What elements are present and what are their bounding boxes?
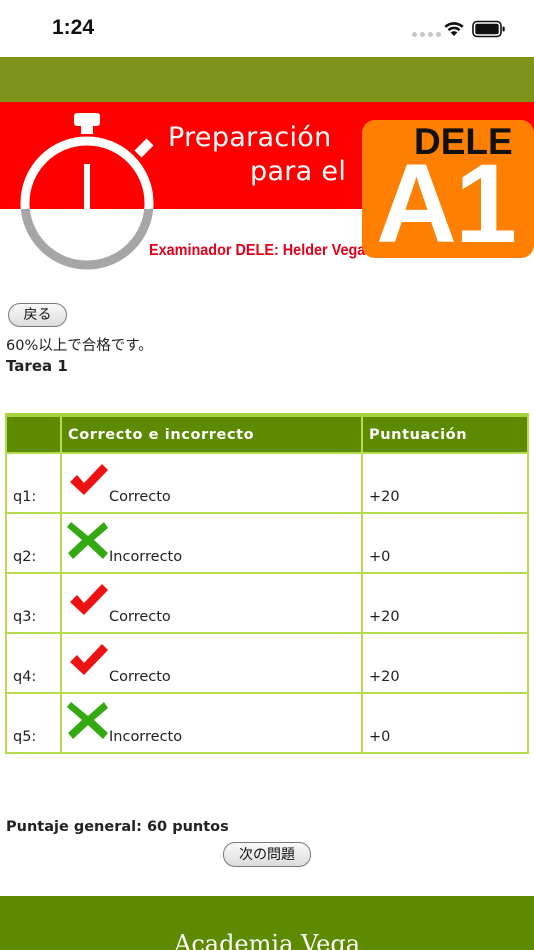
table-row: q4: Correcto +20 xyxy=(5,632,529,694)
result-label: Correcto xyxy=(109,669,171,685)
result-cell: Correcto xyxy=(60,572,363,634)
status-time: 1:24 xyxy=(52,16,95,39)
table-row: q2: Incorrecto +0 xyxy=(5,512,529,574)
result-cell: Incorrecto xyxy=(60,512,363,574)
course-banner: Preparación para el Examinador DELE: Hel… xyxy=(0,102,534,274)
banner-title-line1: Preparación xyxy=(168,122,332,153)
battery-icon xyxy=(472,20,505,38)
level-badge: DELE A1 xyxy=(362,120,534,266)
column-header-score: Puntuación xyxy=(361,414,529,454)
score-value: +0 xyxy=(361,692,529,754)
banner-examiner: Examinador DELE: Helder Vega xyxy=(149,242,366,259)
score-value: +0 xyxy=(361,512,529,574)
score-value: +20 xyxy=(361,632,529,694)
question-label: q3: xyxy=(5,572,62,634)
column-header-question xyxy=(5,414,62,454)
question-label: q5: xyxy=(5,692,62,754)
banner-title-line2: para el xyxy=(250,156,347,187)
result-cell: Correcto xyxy=(60,452,363,514)
total-score: Puntaje general: 60 puntos xyxy=(6,819,229,835)
question-label: q2: xyxy=(5,512,62,574)
result-label: Correcto xyxy=(109,489,171,505)
score-value: +20 xyxy=(361,452,529,514)
question-label: q4: xyxy=(5,632,62,694)
footer: Academia Vega xyxy=(0,896,534,950)
result-label: Correcto xyxy=(109,609,171,625)
pass-note: 60%以上で合格です。 xyxy=(6,338,153,354)
table-row: q1: Correcto +20 xyxy=(5,452,529,514)
footer-title: Academia Vega xyxy=(173,930,361,950)
wifi-icon xyxy=(444,22,464,36)
signal-dots-icon xyxy=(412,32,441,37)
task-title: Tarea 1 xyxy=(6,357,68,375)
back-button[interactable]: 戻る xyxy=(8,303,67,327)
table-row: q5: Incorrecto +0 xyxy=(5,692,529,754)
level-badge-level: A1 xyxy=(376,141,517,266)
results-table: Correcto e incorrecto Puntuación q1: Corr… xyxy=(5,413,529,754)
result-cell: Correcto xyxy=(60,632,363,694)
table-row: q3: Correcto +20 xyxy=(5,572,529,634)
column-header-result: Correcto e incorrecto xyxy=(60,414,363,454)
result-label: Incorrecto xyxy=(109,549,183,565)
status-bar: 1:24 xyxy=(0,0,534,57)
header-bar xyxy=(0,57,534,102)
question-label: q1: xyxy=(5,452,62,514)
result-cell: Incorrecto xyxy=(60,692,363,754)
score-value: +20 xyxy=(361,572,529,634)
next-question-button[interactable]: 次の問題 xyxy=(223,842,311,867)
table-header-row: Correcto e incorrecto Puntuación xyxy=(5,414,529,454)
result-label: Incorrecto xyxy=(109,729,183,745)
